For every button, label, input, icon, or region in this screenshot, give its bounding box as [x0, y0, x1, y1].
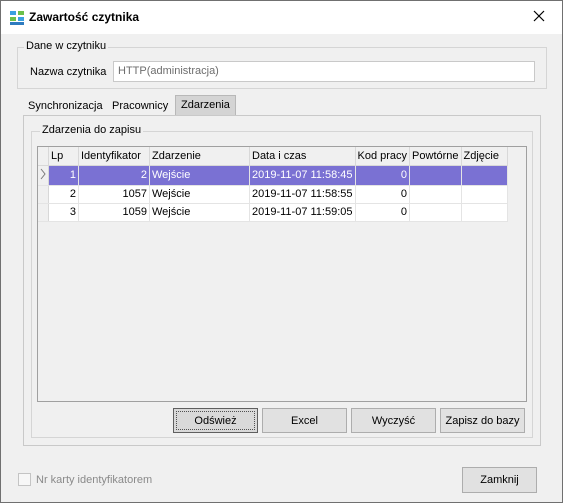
cell-data-i-czas[interactable]: 2019-11-07 11:58:55 [249, 185, 356, 204]
card-id-checkbox-label: Nr karty identyfikatorem [36, 473, 153, 486]
cell-lp[interactable]: 1 [48, 165, 79, 186]
tab-zdarzenia[interactable]: Zdarzenia [175, 95, 236, 115]
column-header-identyfikator[interactable]: Identyfikator [78, 147, 150, 166]
cell-identyfikator[interactable]: 1057 [78, 185, 150, 204]
cell-data-i-czas[interactable]: 2019-11-07 11:58:45 [249, 165, 356, 186]
excel-button[interactable]: Excel [262, 408, 347, 433]
row-header[interactable] [38, 185, 49, 204]
row-header-corner [38, 147, 49, 166]
column-header-lp[interactable]: Lp [48, 147, 79, 166]
save-to-database-button[interactable]: Zapisz do bazy [440, 408, 525, 433]
cell-zdarzenie[interactable]: Wejście [149, 185, 250, 204]
reader-group-legend: Dane w czytniku [24, 40, 109, 52]
events-group-legend: Zdarzenia do zapisu [40, 124, 144, 136]
close-button[interactable] [516, 1, 562, 33]
current-row-indicator-icon [38, 165, 49, 186]
card-id-checkbox[interactable] [18, 473, 31, 486]
header-row: Lp Identyfikator Zdarzenie Data i czas K… [38, 147, 508, 166]
close-icon [533, 10, 545, 25]
cell-zdjecie[interactable] [461, 203, 508, 222]
column-header-zdarzenie[interactable]: Zdarzenie [149, 147, 250, 166]
clear-button[interactable]: Wyczyść [351, 408, 436, 433]
cell-kod-pracy[interactable]: 0 [355, 165, 411, 186]
table-row[interactable]: 2 1057 Wejście 2019-11-07 11:58:55 0 [38, 185, 508, 204]
tab-label: Synchronizacja [28, 100, 103, 112]
reader-name-label: Nazwa czytnika [30, 66, 107, 78]
cell-zdjecie[interactable] [461, 165, 508, 186]
tab-label: Pracownicy [112, 100, 169, 112]
cell-kod-pracy[interactable]: 0 [355, 185, 411, 204]
cell-kod-pracy[interactable]: 0 [355, 203, 411, 222]
cell-zdarzenie[interactable]: Wejście [149, 165, 250, 186]
window-title: Zawartość czytnika [29, 10, 140, 24]
refresh-button[interactable]: Odśwież [173, 408, 258, 433]
cell-powtorne[interactable] [409, 203, 462, 222]
tab-label: Zdarzenia [181, 99, 230, 111]
cell-identyfikator[interactable]: 2 [78, 165, 150, 186]
cell-lp[interactable]: 2 [48, 185, 79, 204]
cell-identyfikator[interactable]: 1059 [78, 203, 150, 222]
reader-name-field[interactable]: HTTP(administracja) [113, 61, 535, 82]
tab-synchronizacja[interactable]: Synchronizacja [23, 97, 108, 115]
dialog-window: Zawartość czytnika Dane w czytniku Nazwa… [0, 0, 563, 503]
table-row[interactable]: 1 2 Wejście 2019-11-07 11:58:45 0 [38, 165, 508, 186]
title-bar[interactable]: Zawartość czytnika [1, 1, 562, 34]
settings-grid-icon [9, 10, 25, 26]
row-header[interactable] [38, 203, 49, 222]
close-dialog-button[interactable]: Zamknij [462, 467, 537, 493]
column-header-zdjecie[interactable]: Zdjęcie [461, 147, 508, 166]
column-header-kod-pracy[interactable]: Kod pracy [355, 147, 411, 166]
column-header-data-i-czas[interactable]: Data i czas [249, 147, 356, 166]
tab-pracownicy[interactable]: Pracownicy [107, 97, 173, 115]
column-header-powtorne[interactable]: Powtórne [409, 147, 462, 166]
card-id-checkbox-row[interactable]: Nr karty identyfikatorem [18, 473, 152, 486]
cell-data-i-czas[interactable]: 2019-11-07 11:59:05 [249, 203, 356, 222]
table-row[interactable]: 3 1059 Wejście 2019-11-07 11:59:05 0 [38, 203, 508, 222]
cell-powtorne[interactable] [409, 185, 462, 204]
events-grid[interactable]: Lp Identyfikator Zdarzenie Data i czas K… [37, 146, 527, 402]
events-table: Lp Identyfikator Zdarzenie Data i czas K… [38, 147, 508, 222]
cell-lp[interactable]: 3 [48, 203, 79, 222]
cell-zdjecie[interactable] [461, 185, 508, 204]
cell-powtorne[interactable] [409, 165, 462, 186]
cell-zdarzenie[interactable]: Wejście [149, 203, 250, 222]
